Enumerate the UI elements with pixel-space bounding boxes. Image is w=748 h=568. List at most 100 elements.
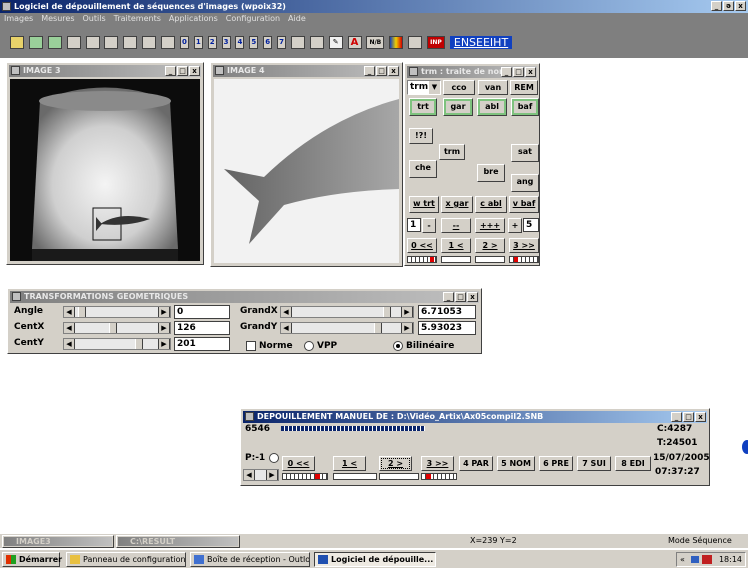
bilineaire-radio[interactable]: Bilinéaire: [393, 341, 454, 351]
minimized-image3[interactable]: IMAGE3: [2, 535, 114, 548]
bre-button[interactable]: bre: [477, 164, 505, 182]
cco-button[interactable]: cco: [443, 80, 475, 95]
menu-traitements[interactable]: Traitements: [114, 13, 161, 25]
depouillement-titlebar[interactable]: DEPOUILLEMENT MANUEL DE : D:\Vidéo_Artix…: [243, 411, 707, 423]
digit-4-button[interactable]: 4: [235, 36, 245, 49]
transform-minimize-button[interactable]: _: [443, 292, 454, 302]
menu-mesures[interactable]: Mesures: [41, 13, 74, 25]
minus-button[interactable]: -: [422, 218, 436, 233]
vpp-radio[interactable]: VPP: [304, 341, 337, 351]
cabl-button[interactable]: c abl: [475, 196, 507, 213]
transform-maximize-button[interactable]: □: [455, 292, 466, 302]
tool-table-icon[interactable]: [290, 36, 305, 49]
trm-combo[interactable]: trm ▼: [407, 80, 441, 95]
image4-close-button[interactable]: x: [388, 66, 399, 76]
language-icon[interactable]: [702, 555, 712, 564]
tool-text-a-icon[interactable]: A: [347, 36, 362, 49]
trm-close-button[interactable]: x: [525, 67, 536, 77]
task-logiciel[interactable]: Logiciel de dépouille...: [314, 552, 436, 567]
gar-button[interactable]: gar: [443, 98, 473, 116]
tool-brush-icon[interactable]: ✎: [328, 36, 343, 49]
task-panneau[interactable]: Panneau de configuration: [66, 552, 186, 567]
tool-grid-icon[interactable]: [28, 36, 43, 49]
dep-nav-2-button[interactable]: 2 >: [379, 456, 412, 471]
grandy-slider[interactable]: ◀ ▶: [280, 322, 414, 334]
angle-value[interactable]: 0: [174, 305, 230, 319]
digit-5-button[interactable]: 5: [249, 36, 259, 49]
dep-nav-7-button[interactable]: 7 SUI: [577, 456, 611, 471]
nav-1-button[interactable]: 1 <: [441, 238, 471, 253]
dep-nav-4-button[interactable]: 4 PAR: [459, 456, 493, 471]
app-close-button[interactable]: x: [735, 1, 746, 11]
dep-nav-5-button[interactable]: 5 NOM: [497, 456, 535, 471]
app-titlebar[interactable]: Logiciel de dépouillement de séquences d…: [0, 0, 748, 13]
depouillement-maximize-button[interactable]: □: [683, 412, 694, 422]
tool-bracket-icon[interactable]: [161, 36, 175, 49]
grandy-left-arrow[interactable]: ◀: [281, 323, 292, 333]
digit-2-button[interactable]: 2: [207, 36, 217, 49]
transform-close-button[interactable]: x: [467, 292, 478, 302]
trm-minimize-button[interactable]: _: [501, 67, 512, 77]
centy-value[interactable]: 201: [174, 337, 230, 351]
p-scroll-left[interactable]: ◀: [244, 470, 255, 480]
p-scrollbar[interactable]: ◀ ▶: [243, 469, 279, 481]
rem-button[interactable]: REM: [510, 80, 538, 95]
tray-expand-icon[interactable]: «: [680, 553, 685, 566]
grandx-slider[interactable]: ◀ ▶: [280, 306, 414, 318]
tool-pen-icon[interactable]: [142, 36, 157, 49]
plus-button[interactable]: +: [508, 218, 522, 233]
abl-button[interactable]: abl: [477, 98, 507, 116]
baf-button[interactable]: baf: [511, 98, 539, 116]
menu-outils[interactable]: Outils: [83, 13, 106, 25]
digit-6-button[interactable]: 6: [263, 36, 273, 49]
tool-nb-button[interactable]: N/B: [366, 36, 385, 49]
app-restore-button[interactable]: ə: [723, 1, 734, 11]
image3-minimize-button[interactable]: _: [165, 66, 176, 76]
grandy-value[interactable]: 5.93023: [418, 321, 476, 335]
depouillement-minimize-button[interactable]: _: [671, 412, 682, 422]
image4-titlebar[interactable]: IMAGE 4 _ □ x: [213, 65, 400, 77]
angle-right-arrow[interactable]: ▶: [158, 307, 170, 317]
menu-applications[interactable]: Applications: [169, 13, 218, 25]
grandy-right-arrow[interactable]: ▶: [401, 323, 413, 333]
minimized-result[interactable]: C:\RESULT: [116, 535, 240, 548]
tool-square-icon[interactable]: [309, 36, 324, 49]
dep-nav-8-button[interactable]: 8 EDI: [615, 456, 651, 471]
grandx-value[interactable]: 6.71053: [418, 305, 476, 319]
sat-button[interactable]: sat: [511, 144, 539, 162]
image3-titlebar[interactable]: IMAGE 3 _ □ x: [9, 65, 201, 77]
angle-thumb[interactable]: [77, 307, 86, 317]
centy-thumb[interactable]: [134, 339, 143, 349]
tool-color-icon[interactable]: [389, 36, 404, 49]
ang-button[interactable]: ang: [511, 174, 539, 192]
double-minus-button[interactable]: --: [441, 218, 471, 233]
centx-value[interactable]: 126: [174, 321, 230, 335]
app-minimize-button[interactable]: _: [711, 1, 722, 11]
menu-aide[interactable]: Aide: [288, 13, 306, 25]
p-radio[interactable]: [269, 453, 279, 463]
trm-maximize-button[interactable]: □: [513, 67, 524, 77]
task-outlook[interactable]: Boîte de réception - Outlo...: [190, 552, 310, 567]
trm-titlebar[interactable]: trm : traite de nom _ □ x: [407, 66, 537, 78]
digit-0-button[interactable]: 0: [179, 36, 189, 49]
network-icon[interactable]: [691, 556, 699, 563]
centx-right-arrow[interactable]: ▶: [158, 323, 170, 333]
trt-button[interactable]: trt: [409, 98, 437, 116]
image3-maximize-button[interactable]: □: [177, 66, 188, 76]
p-scroll-right[interactable]: ▶: [266, 470, 278, 480]
digit-1-button[interactable]: 1: [193, 36, 203, 49]
digit-7-button[interactable]: 7: [277, 36, 286, 49]
vpp-radio-dot[interactable]: [304, 341, 314, 351]
tool-select-icon[interactable]: [10, 36, 24, 49]
xgar-button[interactable]: x gar: [441, 196, 473, 213]
tool-split-icon[interactable]: [47, 36, 62, 49]
che-button[interactable]: che: [409, 160, 437, 178]
centx-thumb[interactable]: [109, 323, 118, 333]
image3-close-button[interactable]: x: [189, 66, 200, 76]
tool-histogram-icon[interactable]: [66, 36, 81, 49]
angle-left-arrow[interactable]: ◀: [64, 307, 75, 317]
vbaf-button[interactable]: v baf: [509, 196, 539, 213]
centy-right-arrow[interactable]: ▶: [158, 339, 170, 349]
dep-nav-6-button[interactable]: 6 PRE: [539, 456, 573, 471]
transform-titlebar[interactable]: TRANSFORMATIONS GEOMETRIQUES _ □ x: [10, 291, 479, 303]
